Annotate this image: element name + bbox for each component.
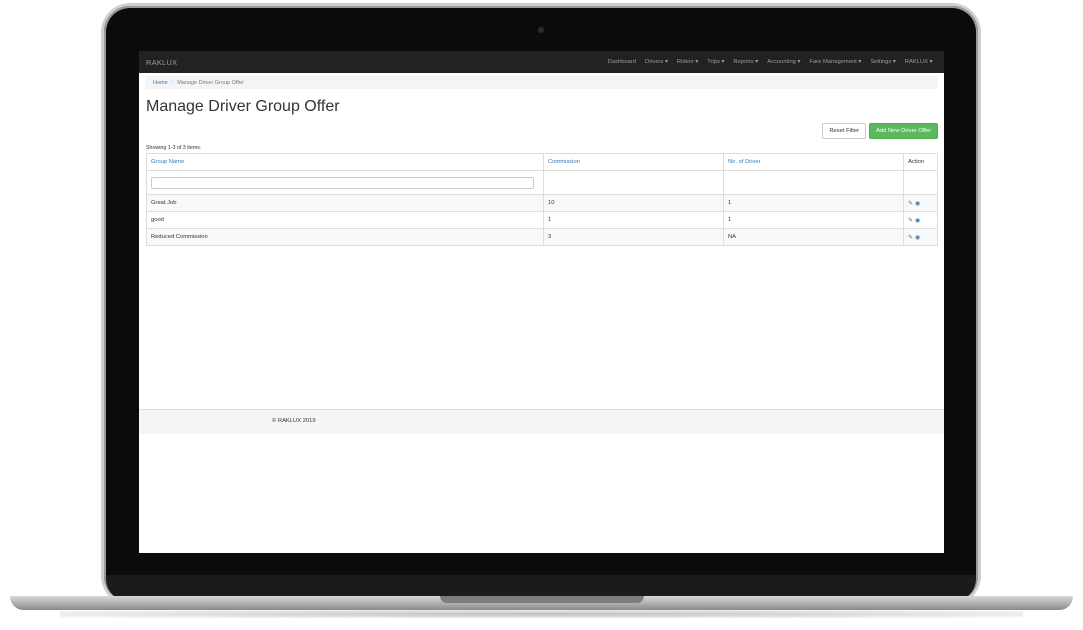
pencil-icon[interactable]: ✎ [908, 200, 913, 207]
webcam [538, 27, 544, 33]
breadcrumb: Home / Manage Driver Group Offer [145, 76, 938, 89]
filter-cell [723, 170, 904, 195]
cell-group-name: Reduced Commission [146, 228, 544, 246]
cell-group-name: good [146, 211, 544, 229]
nav-user-dropdown[interactable]: RAKLUX ▾ [900, 59, 937, 65]
nav-settings-dropdown[interactable]: Settings ▾ [866, 59, 900, 65]
table-row: good 1 1 ✎ ◉ [146, 211, 938, 229]
table-row: Great Job 10 1 ✎ ◉ [146, 194, 938, 212]
nav-menu: Dashboard Drivers ▾ Riders ▾ Trips ▾ Rep… [603, 59, 937, 65]
cell-actions: ✎ ◉ [903, 194, 938, 212]
page-footer: © RAKLUX 2019 [139, 409, 944, 434]
cell-drivers: NA [723, 228, 904, 246]
pencil-icon[interactable]: ✎ [908, 234, 913, 241]
nav-riders-dropdown[interactable]: Riders ▾ [672, 59, 702, 65]
laptop-notch [440, 596, 644, 603]
filter-cell [146, 170, 544, 195]
nav-trips-dropdown[interactable]: Trips ▾ [703, 59, 729, 65]
nav-fare-management-dropdown[interactable]: Fare Management ▾ [805, 59, 866, 65]
nav-accounting-dropdown[interactable]: Accounting ▾ [763, 59, 805, 65]
column-header-action: Action [903, 153, 938, 171]
page-title: Manage Driver Group Offer [146, 98, 340, 115]
top-navbar: RAKLUX Dashboard Drivers ▾ Riders ▾ Trip… [139, 51, 944, 73]
cell-commission: 3 [543, 228, 724, 246]
cell-drivers: 1 [723, 211, 904, 229]
driver-group-table: Group Name Commission No. of Driver Acti… [146, 153, 938, 246]
breadcrumb-current: Manage Driver Group Offer [177, 79, 244, 86]
pencil-icon[interactable]: ✎ [908, 217, 913, 224]
add-driver-offer-button[interactable]: Add New Driver Offer [869, 123, 938, 139]
reset-filter-button[interactable]: Reset Filter [822, 123, 867, 139]
filter-row [146, 170, 938, 195]
nav-dashboard[interactable]: Dashboard [603, 59, 640, 65]
footer-copyright: © RAKLUX 2019 [272, 418, 316, 424]
laptop-shadow [60, 610, 1023, 618]
cell-actions: ✎ ◉ [903, 211, 938, 229]
column-header-drivers[interactable]: No. of Driver [723, 153, 904, 171]
breadcrumb-home-link[interactable]: Home [153, 80, 168, 86]
column-header-commission[interactable]: Commission [543, 153, 724, 171]
screen: RAKLUX Dashboard Drivers ▾ Riders ▾ Trip… [139, 51, 944, 553]
cell-group-name: Great Job [146, 194, 544, 212]
table-row: Reduced Commission 3 NA ✎ ◉ [146, 228, 938, 246]
column-header-group-name[interactable]: Group Name [146, 153, 544, 171]
cell-drivers: 1 [723, 194, 904, 212]
cell-commission: 10 [543, 194, 724, 212]
action-buttons: Reset Filter Add New Driver Offer [822, 123, 938, 139]
breadcrumb-separator: / [171, 79, 174, 86]
results-summary: Showing 1-3 of 3 items. [146, 145, 202, 151]
brand-logo[interactable]: RAKLUX [146, 58, 177, 67]
eye-icon[interactable]: ◉ [915, 217, 920, 224]
nav-drivers-dropdown[interactable]: Drivers ▾ [641, 59, 673, 65]
eye-icon[interactable]: ◉ [915, 200, 920, 207]
cell-actions: ✎ ◉ [903, 228, 938, 246]
group-name-filter-input[interactable] [151, 176, 534, 189]
filter-cell [543, 170, 724, 195]
filter-cell [903, 170, 938, 195]
eye-icon[interactable]: ◉ [915, 234, 920, 241]
cell-commission: 1 [543, 211, 724, 229]
nav-reports-dropdown[interactable]: Reports ▾ [729, 59, 763, 65]
